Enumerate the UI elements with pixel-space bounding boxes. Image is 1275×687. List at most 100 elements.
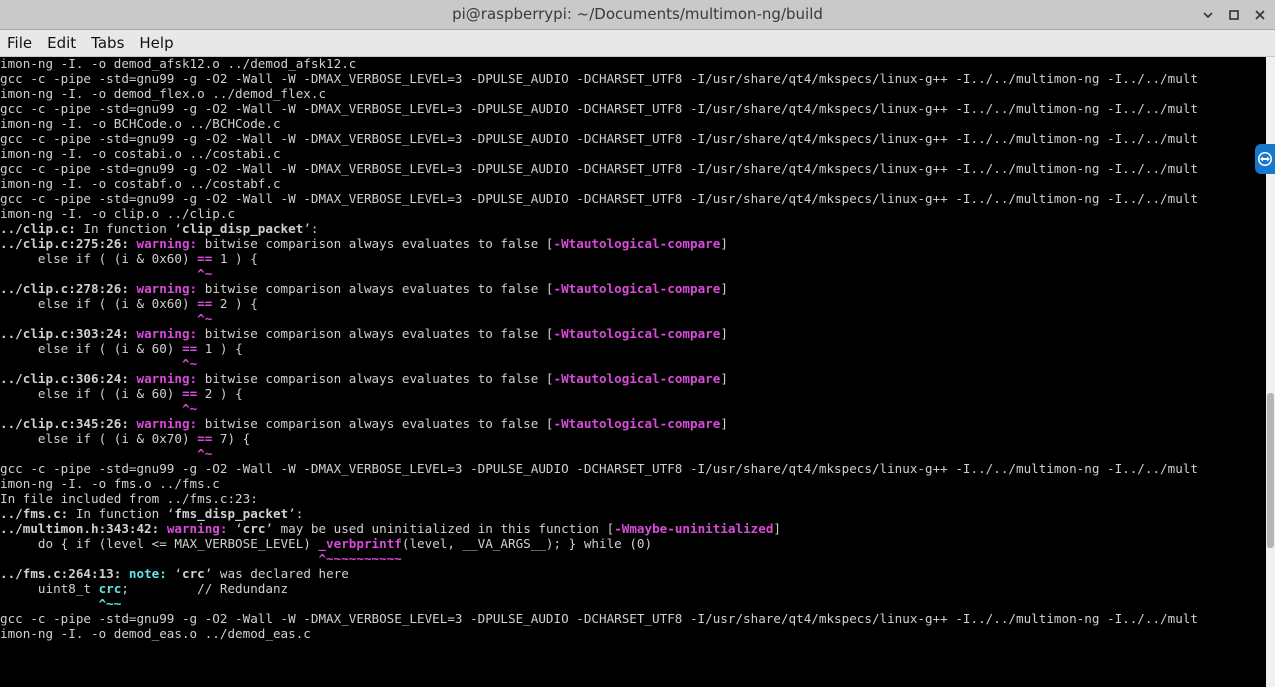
terminal-line: ^~~ <box>0 596 1266 612</box>
terminal-line: else if ( (i & 60) == 2 ) { <box>0 386 1266 402</box>
terminal-line: else if ( (i & 60) == 1 ) { <box>0 341 1266 357</box>
terminal-line: else if ( (i & 0x70) == 7) { <box>0 431 1266 447</box>
menu-edit[interactable]: Edit <box>47 34 76 52</box>
terminal-line: gcc -c -pipe -std=gnu99 -g -O2 -Wall -W … <box>0 131 1266 147</box>
terminal-text-segment: ; // Redundanz <box>121 581 289 596</box>
window-titlebar[interactable]: pi@raspberrypi: ~/Documents/multimon-ng/… <box>0 0 1275 30</box>
terminal-text-segment: warning: <box>136 416 205 431</box>
terminal-line: gcc -c -pipe -std=gnu99 -g -O2 -Wall -W … <box>0 71 1266 87</box>
terminal-text-segment: -Wtautological-compare <box>553 326 721 341</box>
terminal-line: ../multimon.h:343:42: warning: ‘crc’ may… <box>0 521 1266 537</box>
terminal-line: do { if (level <= MAX_VERBOSE_LEVEL) _ve… <box>0 536 1266 552</box>
maximize-button[interactable] <box>1225 6 1243 24</box>
terminal-text-segment: ] <box>720 236 728 251</box>
menu-file[interactable]: File <box>7 34 32 52</box>
terminal-text-segment: ^~ <box>181 401 198 416</box>
terminal-text-segment: 2 ) { <box>212 296 258 311</box>
menu-help[interactable]: Help <box>139 34 173 52</box>
terminal-line: imon-ng -I. -o demod_flex.o ../demod_fle… <box>0 86 1266 102</box>
terminal-line: ../clip.c:278:26: warning: bitwise compa… <box>0 281 1266 297</box>
terminal-text-segment: ../clip.c:306:24: <box>0 371 137 386</box>
terminal-line: uint8_t crc; // Redundanz <box>0 581 1266 597</box>
terminal-text-segment: ‘ <box>174 566 182 581</box>
terminal-line: imon-ng -I. -o costabi.o ../costabi.c <box>0 146 1266 162</box>
terminal-text-segment: -Wmaybe-uninitialized <box>614 521 774 536</box>
terminal-text-segment: ../multimon.h:343:42: <box>0 521 167 536</box>
terminal-text-segment: ../fms.c:264:13: <box>0 566 129 581</box>
terminal-text-segment: ] <box>720 326 728 341</box>
terminal-line: ^~ <box>0 311 1266 327</box>
terminal-text-segment: crc <box>98 581 122 596</box>
terminal-text-segment: ’: <box>303 221 319 236</box>
terminal-line: imon-ng -I. -o demod_afsk12.o ../demod_a… <box>0 57 1266 72</box>
terminal-line: ../clip.c:306:24: warning: bitwise compa… <box>0 371 1266 387</box>
terminal-text-segment: imon-ng -I. -o costabi.o ../costabi.c <box>0 146 281 161</box>
terminal-text-segment: ‘ <box>235 521 243 536</box>
teamviewer-icon <box>1258 152 1272 166</box>
terminal-text-segment: ] <box>773 521 782 536</box>
terminal-line: ../fms.c:264:13: note: ‘crc’ was declare… <box>0 566 1266 582</box>
minimize-button[interactable] <box>1199 6 1217 24</box>
terminal-text-segment: warning: <box>136 281 205 296</box>
teamviewer-tab[interactable] <box>1255 144 1275 174</box>
terminal-text-segment: gcc -c -pipe -std=gnu99 -g -O2 -Wall -W … <box>0 191 1198 206</box>
terminal-line: ^~ <box>0 266 1266 282</box>
terminal-text-segment: (level, __VA_ARGS__); } while (0) <box>401 536 653 551</box>
terminal-text-segment: note: <box>128 566 175 581</box>
terminal-line: imon-ng -I. -o clip.o ../clip.c <box>0 206 1266 222</box>
terminal-text-segment: else if ( (i & 0x60) <box>0 251 198 266</box>
terminal-line: else if ( (i & 0x60) == 2 ) { <box>0 296 1266 312</box>
close-button[interactable] <box>1251 6 1269 24</box>
terminal-line: ../clip.c:345:26: warning: bitwise compa… <box>0 416 1266 432</box>
terminal-text-segment: imon-ng -I. -o demod_afsk12.o ../demod_a… <box>0 57 357 71</box>
terminal-text-segment: ’: <box>288 506 304 521</box>
scrollbar-thumb[interactable] <box>1267 393 1274 548</box>
terminal-text-segment: -Wtautological-compare <box>553 281 721 296</box>
terminal-text-segment: -Wtautological-compare <box>553 416 721 431</box>
terminal-text-segment: -Wtautological-compare <box>553 371 721 386</box>
terminal-text-segment: _verbprintf <box>318 536 402 551</box>
terminal-text-segment: ../clip.c:275:26: <box>0 236 137 251</box>
terminal-text-segment: ^~~ <box>98 596 122 611</box>
terminal-text-segment: gcc -c -pipe -std=gnu99 -g -O2 -Wall -W … <box>0 161 1198 176</box>
terminal-text-segment: bitwise comparison always evaluates to f… <box>204 416 554 431</box>
terminal-text-segment: 7) { <box>212 431 251 446</box>
terminal-text-segment: else if ( (i & 60) <box>0 386 182 401</box>
terminal-text-segment: crc <box>242 521 266 536</box>
terminal-line: gcc -c -pipe -std=gnu99 -g -O2 -Wall -W … <box>0 461 1266 477</box>
terminal-text-segment: ^~~~~~~~~~~ <box>318 551 402 566</box>
terminal-text-segment: 1 ) { <box>197 341 243 356</box>
terminal-line: gcc -c -pipe -std=gnu99 -g -O2 -Wall -W … <box>0 191 1266 207</box>
terminal-line: imon-ng -I. -o fms.o ../fms.c <box>0 476 1266 492</box>
terminal-text-segment: bitwise comparison always evaluates to f… <box>204 281 554 296</box>
terminal-text-segment: gcc -c -pipe -std=gnu99 -g -O2 -Wall -W … <box>0 131 1198 146</box>
terminal-line: imon-ng -I. -o BCHCode.o ../BCHCode.c <box>0 116 1266 132</box>
terminal-text-segment: ^~ <box>197 311 213 326</box>
terminal-text-segment: ../clip.c: <box>0 221 76 236</box>
terminal-text-segment: imon-ng -I. -o demod_flex.o ../demod_fle… <box>0 86 327 101</box>
terminal-text-segment: bitwise comparison always evaluates to f… <box>204 326 554 341</box>
terminal-text-segment: ../clip.c:345:26: <box>0 416 137 431</box>
terminal-text-segment: == <box>197 296 213 311</box>
menu-tabs[interactable]: Tabs <box>91 34 124 52</box>
terminal-text-segment: ] <box>720 281 728 296</box>
terminal-line: ../clip.c:303:24: warning: bitwise compa… <box>0 326 1266 342</box>
terminal-text-segment: else if ( (i & 0x60) <box>0 296 198 311</box>
terminal-text-segment: imon-ng -I. -o costabf.o ../costabf.c <box>0 176 281 191</box>
window-controls <box>1199 6 1269 24</box>
terminal-line: imon-ng -I. -o costabf.o ../costabf.c <box>0 176 1266 192</box>
terminal-line: imon-ng -I. -o demod_eas.o ../demod_eas.… <box>0 626 1266 642</box>
terminal-text-segment: ^~ <box>181 356 198 371</box>
window-title: pi@raspberrypi: ~/Documents/multimon-ng/… <box>452 5 823 23</box>
terminal-text-segment: In file included from ../fms.c:23: <box>0 491 258 506</box>
terminal-line: else if ( (i & 0x60) == 1 ) { <box>0 251 1266 267</box>
terminal-text-segment: warning: <box>136 371 205 386</box>
terminal-output[interactable]: imon-ng -I. -o demod_afsk12.o ../demod_a… <box>0 57 1266 687</box>
terminal-line: ^~ <box>0 356 1266 372</box>
close-icon <box>1255 10 1265 20</box>
